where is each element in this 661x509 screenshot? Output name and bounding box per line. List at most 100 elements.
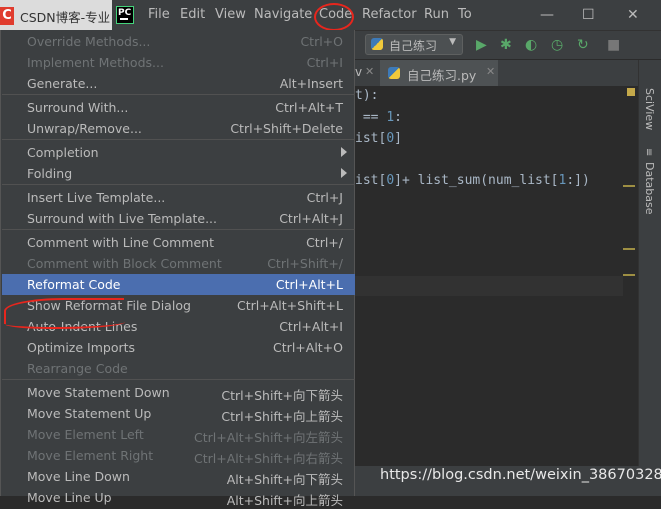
menu-item-shortcut: Ctrl+Alt+T [275,100,343,115]
chevron-down-icon: ▼ [449,37,456,47]
menu-item-label: Comment with Block Comment [27,256,222,271]
menu-item-shortcut: Ctrl+Alt+Shift+向左箭头 [194,430,343,445]
csdn-logo: C [0,7,14,25]
menu-item-override-methods: Override Methods... Ctrl+O [2,31,355,52]
menu-item-label: Move Statement Up [27,406,152,421]
tab-active-label: 自己练习.py [407,68,477,83]
menu-item-shortcut: Ctrl+I [306,55,343,70]
menu-item-shortcut: Alt+Insert [279,76,343,91]
menu-item-completion[interactable]: Completion [2,142,355,163]
menu-item-move-line-up[interactable]: Move Line Up Alt+Shift+向上箭头 [2,487,355,508]
minimize-button[interactable]: — [540,7,554,23]
menu-refactor[interactable]: Refactor [362,7,417,22]
menu-item-label: Move Statement Down [27,385,170,400]
database-tab[interactable]: Database [643,162,656,215]
code-editor[interactable]: t): == 1: ist[0] ist[0]+ list_sum(num_li… [355,86,638,466]
menu-item-comment-with-block-comment: Comment with Block Comment Ctrl+Shift+/ [2,253,355,274]
menu-item-generate[interactable]: Generate... Alt+Insert [2,73,355,94]
menu-item-label: Surround With... [27,100,129,115]
stop-icon[interactable]: ■ [607,37,620,53]
sciview-tab[interactable]: SciView [643,88,656,130]
submenu-arrow-icon [341,147,347,157]
maximize-button[interactable]: ☐ [582,7,595,23]
editor-error-stripe [623,86,638,466]
caret-row-highlight [355,276,638,296]
debug-icon[interactable]: ✱ [500,37,512,53]
menu-run[interactable]: Run [424,7,449,22]
concurrency-icon[interactable]: ↻ [577,37,589,53]
run-config-select[interactable]: 自己练习 ▼ [365,34,463,55]
code-menu-dropdown: Override Methods... Ctrl+O Implement Metho… [0,30,355,508]
menu-item-move-statement-down[interactable]: Move Statement Down Ctrl+Shift+向下箭头 [2,382,355,403]
gutter-mark[interactable] [623,185,635,187]
menu-item-label: Optimize Imports [27,340,136,355]
menu-item-shortcut: Ctrl+Alt+I [279,319,343,334]
close-button[interactable]: ✕ [627,7,639,23]
tab-close-icon[interactable]: ✕ [365,65,374,78]
browser-tab-title: CSDN博客-专业 [20,10,111,25]
profile-icon[interactable]: ◷ [551,37,563,53]
menu-item-label: Move Element Right [27,448,154,463]
menu-separator [2,139,355,140]
menu-item-shortcut: Ctrl+Alt+Shift+向右箭头 [194,451,343,466]
menu-item-shortcut: Alt+Shift+向上箭头 [226,493,343,508]
menu-item-label: Override Methods... [27,34,151,49]
menu-item-move-element-left: Move Element Left Ctrl+Alt+Shift+向左箭头 [2,424,355,445]
menu-item-label: Completion [27,145,99,160]
menu-item-surround-with[interactable]: Surround With... Ctrl+Alt+T [2,97,355,118]
code-line: ist[0]+ list_sum(num_list[1:]) [355,173,590,188]
menu-item-shortcut: Ctrl+J [306,190,343,205]
menu-item-shortcut: Ctrl+O [300,34,343,49]
menu-separator [2,229,355,230]
warning-indicator-icon[interactable] [627,88,635,96]
menu-item-implement-methods: Implement Methods... Ctrl+I [2,52,355,73]
menu-separator [2,94,355,95]
menu-tools[interactable]: To [458,7,472,22]
menu-item-unwrap-remove[interactable]: Unwrap/Remove... Ctrl+Shift+Delete [2,118,355,139]
menu-item-label: Reformat Code [27,277,121,292]
menu-item-insert-live-template[interactable]: Insert Live Template... Ctrl+J [2,187,355,208]
menu-separator [2,379,355,380]
right-tool-strip: SciView ≡ Database [638,60,661,496]
menu-item-shortcut: Ctrl+Shift+Delete [230,121,343,136]
menu-item-shortcut: Alt+Shift+向下箭头 [226,472,343,487]
menu-item-shortcut: Ctrl+Shift+向上箭头 [221,409,343,424]
title-bar: C CSDN博客-专业 PC File Edit View Navigate C… [0,0,661,31]
menu-item-reformat-code[interactable]: Reformat Code Ctrl+Alt+L [2,274,355,295]
menu-item-shortcut: Ctrl+Shift+向下箭头 [221,388,343,403]
menu-item-label: Unwrap/Remove... [27,121,142,136]
editor-tab-bar: v ✕ 自己练习.py ✕ [355,60,638,87]
menu-item-shortcut: Ctrl+Alt+J [279,211,343,226]
run-icon[interactable]: ▶ [476,37,487,53]
menu-item-comment-with-line-comment[interactable]: Comment with Line Comment Ctrl+/ [2,232,355,253]
tab-active-file[interactable]: 自己练习.py ✕ [380,60,498,86]
menu-item-label: Move Line Up [27,490,112,505]
menu-item-move-statement-up[interactable]: Move Statement Up Ctrl+Shift+向上箭头 [2,403,355,424]
menu-item-label: Rearrange Code [27,361,128,376]
coverage-icon[interactable]: ◐ [525,37,537,53]
tab-close-icon[interactable]: ✕ [486,65,495,78]
menu-edit[interactable]: Edit [180,7,205,22]
database-icon: ≡ [643,148,654,157]
menu-item-optimize-imports[interactable]: Optimize Imports Ctrl+Alt+O [2,337,355,358]
gutter-mark[interactable] [623,248,635,250]
menu-item-folding[interactable]: Folding [2,163,355,184]
menu-item-shortcut: Ctrl+Alt+L [275,277,343,292]
code-line: == 1: [355,110,402,125]
tab-partial-label[interactable]: v [355,65,362,79]
gutter-mark[interactable] [623,274,635,276]
menu-item-shortcut: Ctrl+Shift+/ [267,256,343,271]
menu-file[interactable]: File [148,7,170,22]
menu-navigate[interactable]: Navigate [254,7,312,22]
menu-item-label: Folding [27,166,73,181]
menu-item-label: Surround with Live Template... [27,211,217,226]
menu-item-label: Implement Methods... [27,55,164,70]
menu-view[interactable]: View [215,7,246,22]
menu-item-move-element-right: Move Element Right Ctrl+Alt+Shift+向右箭头 [2,445,355,466]
menu-item-label: Insert Live Template... [27,190,166,205]
python-file-icon [371,38,383,50]
menu-item-move-line-down[interactable]: Move Line Down Alt+Shift+向下箭头 [2,466,355,487]
browser-tab[interactable]: C CSDN博客-专业 [0,0,112,30]
code-line: t): [355,88,379,103]
menu-item-surround-with-live-template[interactable]: Surround with Live Template... Ctrl+Alt+J [2,208,355,229]
